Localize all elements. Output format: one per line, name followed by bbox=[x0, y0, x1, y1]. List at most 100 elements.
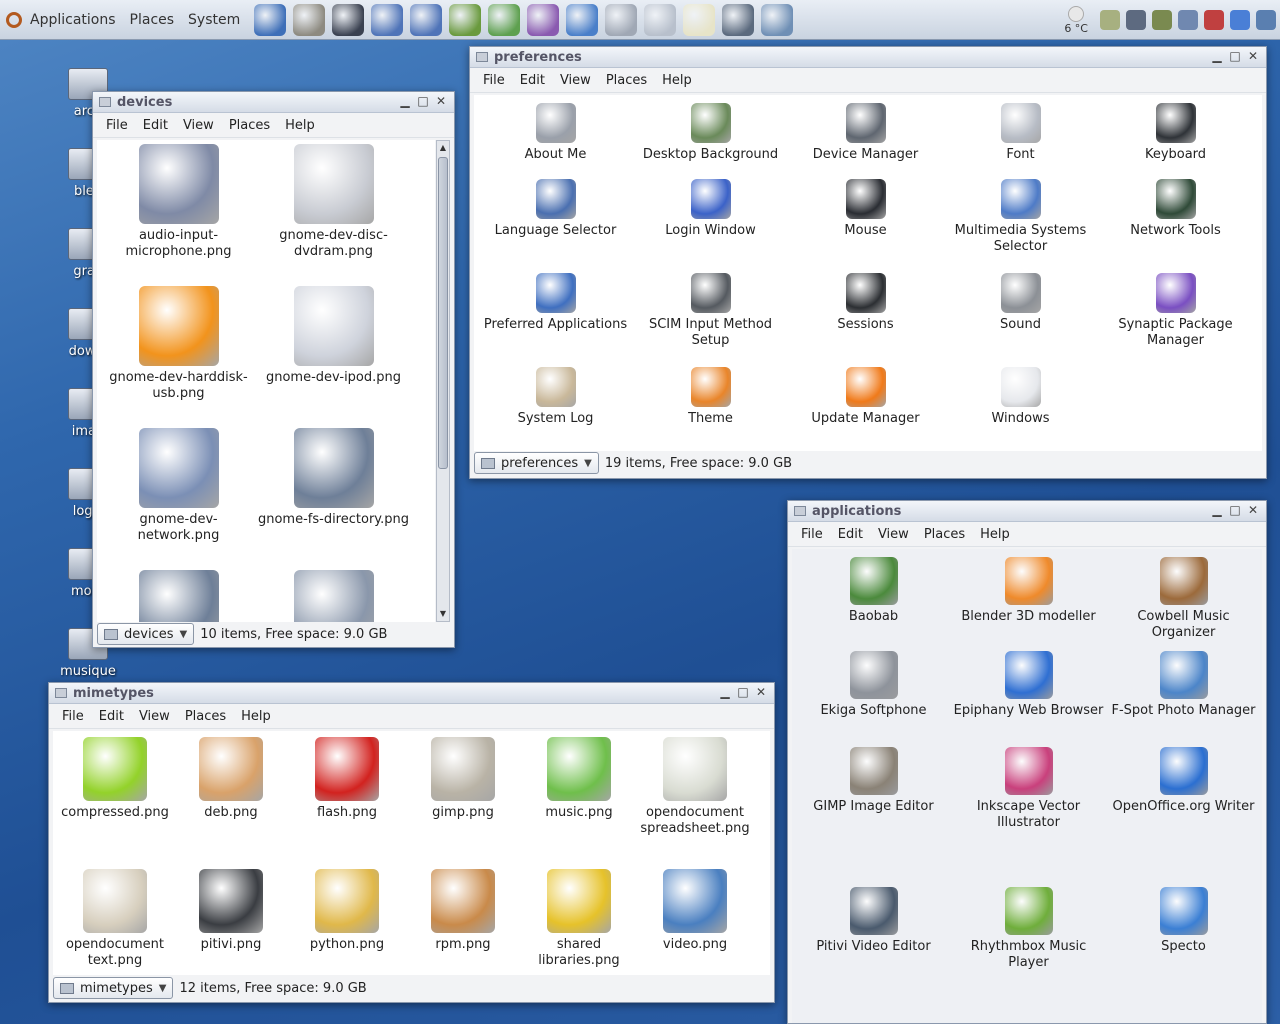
menu-edit[interactable]: Edit bbox=[99, 709, 124, 724]
file-item[interactable]: audio-input-microphone.png bbox=[101, 144, 256, 260]
menu-places[interactable]: Places bbox=[185, 709, 226, 724]
cloud-icon[interactable] bbox=[1100, 10, 1120, 30]
minimize-icon[interactable]: ▁ bbox=[1210, 504, 1224, 518]
file-item[interactable]: Sessions bbox=[788, 273, 943, 333]
mail-icon[interactable] bbox=[1230, 10, 1250, 30]
menu-file[interactable]: File bbox=[106, 118, 128, 133]
file-item[interactable]: shared libraries.png bbox=[521, 869, 637, 969]
file-item[interactable]: Blender 3D modeller bbox=[951, 557, 1106, 625]
close-icon[interactable]: ✕ bbox=[1246, 504, 1260, 518]
menu-file[interactable]: File bbox=[801, 527, 823, 542]
menu-help[interactable]: Help bbox=[241, 709, 271, 724]
menu-file[interactable]: File bbox=[483, 73, 505, 88]
file-item[interactable]: Epiphany Web Browser bbox=[951, 651, 1106, 719]
music-icon[interactable] bbox=[488, 3, 521, 36]
photo-icon[interactable] bbox=[761, 3, 794, 36]
menu-view[interactable]: View bbox=[139, 709, 170, 724]
menu-places[interactable]: Places bbox=[229, 118, 270, 133]
file-item[interactable]: Mouse bbox=[788, 179, 943, 239]
person-icon[interactable] bbox=[449, 3, 482, 36]
system-menu[interactable]: System bbox=[188, 12, 240, 28]
ekiga-icon[interactable] bbox=[410, 3, 443, 36]
ubuntu-logo-icon[interactable] bbox=[6, 11, 22, 28]
file-item[interactable]: Network Tools bbox=[1098, 179, 1253, 239]
menu-file[interactable]: File bbox=[62, 709, 84, 724]
file-item[interactable]: GIMP Image Editor bbox=[796, 747, 951, 815]
file-item[interactable]: Desktop Background bbox=[633, 103, 788, 163]
maximize-icon[interactable]: □ bbox=[1228, 504, 1242, 518]
location-combo[interactable]: devices ▼ bbox=[97, 623, 195, 645]
file-item[interactable]: flash.png bbox=[289, 737, 405, 821]
file-item[interactable]: Baobab bbox=[796, 557, 951, 625]
file-item[interactable]: Keyboard bbox=[1098, 103, 1253, 163]
bulb-icon[interactable] bbox=[683, 3, 716, 36]
vertical-scrollbar[interactable]: ▲ ▼ bbox=[436, 140, 450, 622]
file-item[interactable]: python.png bbox=[289, 869, 405, 953]
edit-icon[interactable] bbox=[722, 3, 755, 36]
minimize-icon[interactable]: ▁ bbox=[398, 95, 412, 109]
person-icon[interactable] bbox=[1152, 10, 1172, 30]
minimize-icon[interactable]: ▁ bbox=[1210, 50, 1224, 64]
file-item[interactable]: Inkscape Vector Illustrator bbox=[951, 747, 1106, 831]
file-item[interactable]: gnome-fs-directory.png bbox=[256, 428, 411, 528]
file-item[interactable]: Cowbell Music Organizer bbox=[1106, 557, 1261, 641]
file-item[interactable]: System Log bbox=[478, 367, 633, 427]
file-item[interactable]: gnome-dev-harddisk-usb.png bbox=[101, 286, 256, 402]
file-item[interactable]: Ekiga Softphone bbox=[796, 651, 951, 719]
file-item[interactable]: Multimedia Systems Selector bbox=[943, 179, 1098, 255]
file-item[interactable]: compressed.png bbox=[57, 737, 173, 821]
terminal-icon[interactable] bbox=[332, 3, 365, 36]
menu-edit[interactable]: Edit bbox=[838, 527, 863, 542]
file-item[interactable]: pitivi.png bbox=[173, 869, 289, 953]
menu-help[interactable]: Help bbox=[285, 118, 315, 133]
file-item[interactable]: opendocument text.png bbox=[57, 869, 173, 969]
record-icon[interactable] bbox=[1204, 10, 1224, 30]
close-icon[interactable]: ✕ bbox=[754, 686, 768, 700]
scroll-thumb[interactable] bbox=[438, 157, 448, 469]
maximize-icon[interactable]: □ bbox=[736, 686, 750, 700]
applications-menu[interactable]: Applications bbox=[30, 12, 116, 28]
file-item[interactable]: gnome-dev-ipod.png bbox=[256, 286, 411, 386]
devices-titlebar[interactable]: devices ▁ □ ✕ bbox=[93, 92, 454, 113]
file-item[interactable]: Font bbox=[943, 103, 1098, 163]
maximize-icon[interactable]: □ bbox=[416, 95, 430, 109]
places-menu[interactable]: Places bbox=[130, 12, 175, 28]
close-icon[interactable]: ✕ bbox=[434, 95, 448, 109]
weather-applet[interactable]: 6 °C bbox=[1064, 5, 1088, 35]
flower-icon[interactable] bbox=[527, 3, 560, 36]
globe-icon[interactable] bbox=[566, 3, 599, 36]
menu-view[interactable]: View bbox=[560, 73, 591, 88]
file-item[interactable]: music.png bbox=[521, 737, 637, 821]
file-item[interactable] bbox=[101, 570, 256, 622]
file-item[interactable]: gnome-dev-disc-dvdram.png bbox=[256, 144, 411, 260]
x-icon[interactable] bbox=[605, 3, 638, 36]
window-icon[interactable] bbox=[1256, 10, 1276, 30]
compass-icon[interactable] bbox=[371, 3, 404, 36]
file-item[interactable]: Login Window bbox=[633, 179, 788, 239]
file-item[interactable]: Preferred Applications bbox=[478, 273, 633, 333]
network-icon[interactable] bbox=[1178, 10, 1198, 30]
applications-titlebar[interactable]: applications ▁ □ ✕ bbox=[788, 501, 1266, 522]
menu-help[interactable]: Help bbox=[662, 73, 692, 88]
mimetypes-titlebar[interactable]: mimetypes ▁ □ ✕ bbox=[49, 683, 774, 704]
file-item[interactable]: opendocument spreadsheet.png bbox=[637, 737, 753, 837]
preferences-titlebar[interactable]: preferences ▁ □ ✕ bbox=[470, 47, 1266, 68]
file-item[interactable]: Windows bbox=[943, 367, 1098, 427]
menu-view[interactable]: View bbox=[183, 118, 214, 133]
file-item[interactable]: Sound bbox=[943, 273, 1098, 333]
gimp-icon[interactable] bbox=[293, 3, 326, 36]
file-item[interactable]: About Me bbox=[478, 103, 633, 163]
menu-view[interactable]: View bbox=[878, 527, 909, 542]
file-item[interactable]: Language Selector bbox=[478, 179, 633, 239]
file-item[interactable]: Update Manager bbox=[788, 367, 943, 427]
menu-places[interactable]: Places bbox=[924, 527, 965, 542]
file-item[interactable]: deb.png bbox=[173, 737, 289, 821]
file-item[interactable]: OpenOffice.org Writer bbox=[1106, 747, 1261, 815]
file-item[interactable] bbox=[256, 570, 411, 622]
file-item[interactable]: F-Spot Photo Manager bbox=[1106, 651, 1261, 719]
globe-icon[interactable] bbox=[254, 3, 287, 36]
location-combo[interactable]: preferences ▼ bbox=[474, 452, 599, 474]
file-item[interactable]: gnome-dev-network.png bbox=[101, 428, 256, 544]
scroll-up-icon[interactable]: ▲ bbox=[437, 141, 449, 155]
minimize-icon[interactable]: ▁ bbox=[718, 686, 732, 700]
